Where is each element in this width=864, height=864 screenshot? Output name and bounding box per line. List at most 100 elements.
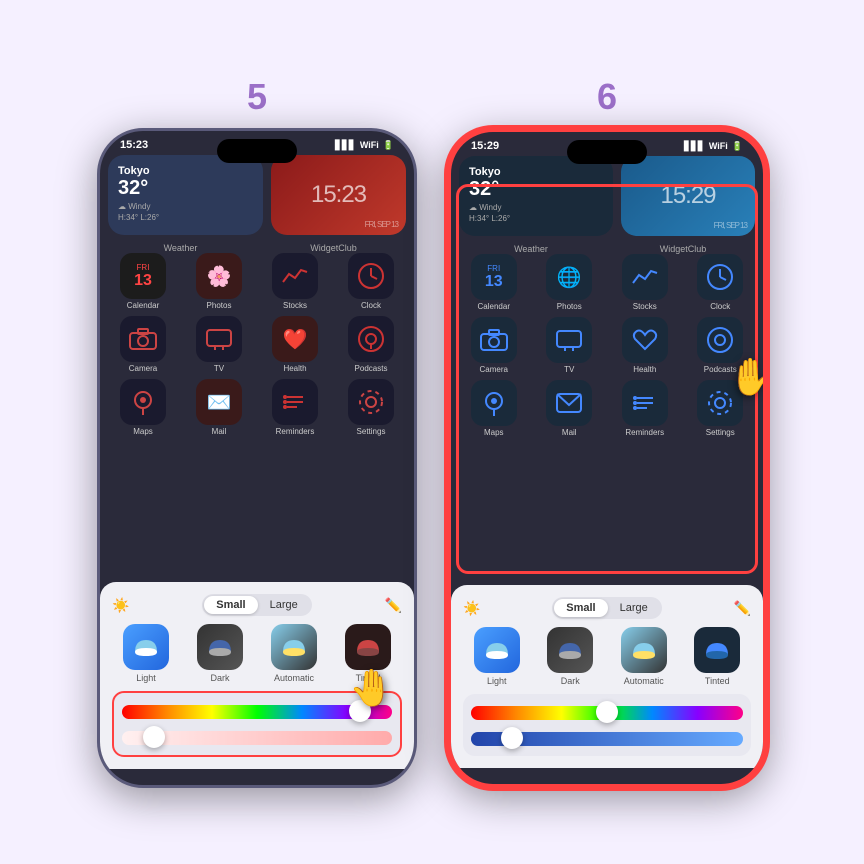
option-dark-6[interactable]: Dark xyxy=(537,627,605,686)
app-mail-6: Mail xyxy=(535,380,605,437)
option-auto-5[interactable]: Automatic xyxy=(260,624,328,683)
photos-label-5: Photos xyxy=(207,301,232,310)
option-dark-5[interactable]: Dark xyxy=(186,624,254,683)
weather-widget-6: Tokyo 32° ☁ Windy H:34° L:26° xyxy=(459,156,613,236)
app-grid-5: FRI 13 Calendar 🌸 Photos Stocks xyxy=(108,253,406,436)
weather-city-6: Tokyo xyxy=(469,166,603,178)
reminders-icon-6 xyxy=(622,380,668,426)
health-icon-5: ❤️ xyxy=(272,316,318,362)
calendar-label-6: Calendar xyxy=(478,302,510,311)
clock-date-5: FRI, SEP 13 xyxy=(365,220,398,229)
option-auto-6[interactable]: Automatic xyxy=(610,627,678,686)
time-6: 15:29 xyxy=(471,140,499,152)
calendar-label-5: Calendar xyxy=(127,301,159,310)
wifi-icon-6: WiFi xyxy=(709,141,728,151)
brightness-thumb-6[interactable] xyxy=(501,727,523,749)
brightness-thumb-5[interactable] xyxy=(143,726,165,748)
size-toggle-5[interactable]: Small Large xyxy=(202,594,312,616)
health-label-5: Health xyxy=(283,364,306,373)
mail-icon-5: ✉️ xyxy=(196,379,242,425)
phone-6-content: Tokyo 32° ☁ Windy H:34° L:26° 15:29 FRI,… xyxy=(451,156,763,768)
widget-labels-5: Weather WidgetClub xyxy=(108,243,406,253)
reminders-label-5: Reminders xyxy=(276,427,315,436)
clock-icon-5 xyxy=(348,253,394,299)
thumb-dark-5 xyxy=(197,624,243,670)
status-bar-5: 15:23 ▋▋▋ WiFi 🔋 xyxy=(100,131,414,155)
maps-label-5: Maps xyxy=(133,427,153,436)
camera-label-6: Camera xyxy=(480,365,508,374)
app-grid-6-container: FRI 13 Calendar 🌐 Photos Stocks xyxy=(451,254,763,437)
settings-label-5: Settings xyxy=(357,427,386,436)
brightness-slider-5[interactable] xyxy=(122,727,392,747)
label-dark-5: Dark xyxy=(210,673,229,683)
podcasts-label-5: Podcasts xyxy=(355,364,388,373)
label-auto-6: Automatic xyxy=(624,676,664,686)
option-tinted-6[interactable]: Tinted xyxy=(684,627,752,686)
rainbow-slider-6[interactable] xyxy=(471,702,743,722)
option-tinted-5[interactable]: Tinted xyxy=(334,624,402,683)
clock-date-6: FRI, SEP 13 xyxy=(714,221,747,230)
stocks-icon-6 xyxy=(622,254,668,300)
size-small-6[interactable]: Small xyxy=(554,599,607,617)
widgets-area-6: Tokyo 32° ☁ Windy H:34° L:26° 15:29 FRI,… xyxy=(451,156,763,254)
label-dark-6: Dark xyxy=(561,676,580,686)
podcasts-icon-5 xyxy=(348,316,394,362)
option-light-5[interactable]: Light xyxy=(112,624,180,683)
clock-time-5: 15:23 xyxy=(311,181,366,209)
panel-top-5: ☀️ Small Large ✏️ xyxy=(112,594,402,616)
status-icons-6: ▋▋▋ WiFi 🔋 xyxy=(684,141,743,152)
clock-label-5: Clock xyxy=(361,301,381,310)
app-maps-6: Maps xyxy=(459,380,529,437)
health-icon-6 xyxy=(622,317,668,363)
tv-label-6: TV xyxy=(564,365,574,374)
size-small-5[interactable]: Small xyxy=(204,596,257,614)
thumb-tinted-6 xyxy=(694,627,740,673)
rainbow-thumb-5[interactable] xyxy=(349,700,371,722)
clock-time-6: 15:29 xyxy=(660,182,715,210)
signal-icon-6: ▋▋▋ xyxy=(684,141,705,152)
phone-5: 15:23 ▋▋▋ WiFi 🔋 Tokyo 32° ☁ Windy H:34°… xyxy=(97,128,417,788)
size-toggle-6[interactable]: Small Large xyxy=(552,597,662,619)
stocks-label-6: Stocks xyxy=(633,302,657,311)
weather-range-5: H:34° L:26° xyxy=(118,213,253,222)
step-5-wrapper: 5 15:23 ▋▋▋ WiFi 🔋 Tokyo 32° ☁ Windy xyxy=(97,76,417,788)
calendar-icon-5: FRI 13 xyxy=(120,253,166,299)
option-light-6[interactable]: Light xyxy=(463,627,531,686)
thumb-tinted-5 xyxy=(345,624,391,670)
clock-icon-6 xyxy=(697,254,743,300)
widgetclub-label-5: WidgetClub xyxy=(261,243,406,253)
podcasts-label-6: Podcasts xyxy=(704,365,737,374)
brightness-slider-6[interactable] xyxy=(471,728,743,748)
size-large-5[interactable]: Large xyxy=(258,596,310,614)
stocks-label-5: Stocks xyxy=(283,301,307,310)
phone-6: 15:29 ▋▋▋ WiFi 🔋 Tokyo 32° ☁ Windy xyxy=(447,128,767,788)
camera-icon-6 xyxy=(471,317,517,363)
weather-temp-5: 32° xyxy=(118,177,253,200)
weather-label-6: Weather xyxy=(459,244,603,254)
tv-icon-5 xyxy=(196,316,242,362)
icon-options-5: Light Dark Automatic xyxy=(112,624,402,683)
weather-temp-6: 32° xyxy=(469,178,603,201)
app-mail-5: ✉️ Mail xyxy=(184,379,254,436)
photos-icon-6: 🌐 xyxy=(546,254,592,300)
thumb-auto-5 xyxy=(271,624,317,670)
health-label-6: Health xyxy=(633,365,656,374)
icon-options-6: Light Dark Automatic xyxy=(463,627,751,686)
battery-icon-6: 🔋 xyxy=(732,141,743,152)
settings-label-6: Settings xyxy=(706,428,735,437)
pencil-icon-5[interactable]: ✏️ xyxy=(385,597,402,614)
thumb-auto-6 xyxy=(621,627,667,673)
calendar-icon-6: FRI 13 xyxy=(471,254,517,300)
dynamic-island-6 xyxy=(567,140,647,164)
size-large-6[interactable]: Large xyxy=(608,599,660,617)
rainbow-slider-5[interactable] xyxy=(122,701,392,721)
app-grid-6: FRI 13 Calendar 🌐 Photos Stocks xyxy=(459,254,755,437)
app-calendar-5: FRI 13 Calendar xyxy=(108,253,178,310)
rainbow-thumb-6[interactable] xyxy=(596,701,618,723)
app-settings-5: Settings xyxy=(336,379,406,436)
weather-city-5: Tokyo xyxy=(118,165,253,177)
pencil-icon-6[interactable]: ✏️ xyxy=(734,600,751,617)
tv-label-5: TV xyxy=(214,364,224,373)
app-photos-6: 🌐 Photos xyxy=(535,254,605,311)
maps-icon-5 xyxy=(120,379,166,425)
